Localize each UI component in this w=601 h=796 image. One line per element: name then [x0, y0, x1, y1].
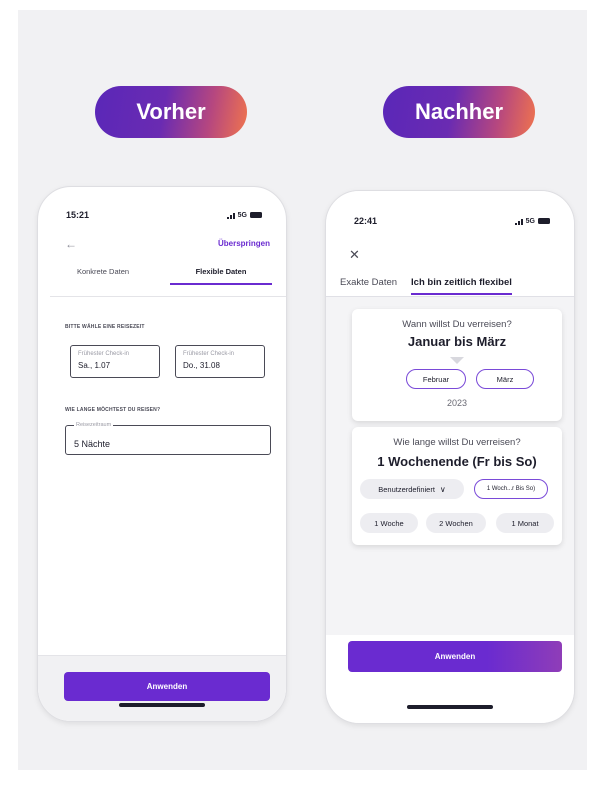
month-chip-maerz[interactable]: März — [476, 369, 534, 389]
before-label: Vorher — [95, 86, 247, 138]
tab-flexible-dates[interactable]: Flexible Daten — [170, 265, 272, 285]
pointer-triangle — [450, 357, 464, 364]
after-phone: 22:41 5G ✕ Exakte Daten Ich bin zeitlich… — [325, 190, 575, 724]
network-label: 5G — [525, 217, 535, 225]
home-indicator — [407, 705, 493, 709]
home-indicator — [119, 703, 205, 707]
section-label-duration: WIE LANGE MÖCHTEST DU REISEN? — [65, 407, 161, 413]
duration-card: Wie lange willst Du verreisen? 1 Wochene… — [352, 427, 562, 545]
status-bar: 15:21 5G — [66, 209, 262, 221]
custom-dropdown-label: Benutzerdefiniert — [378, 484, 435, 494]
checkin-field[interactable]: Frühester Check-in Sa., 1.07 — [70, 345, 160, 378]
duration-value: 5 Nächte — [74, 439, 111, 449]
month-chip-februar[interactable]: Februar — [406, 369, 466, 389]
option-chip-1-monat[interactable]: 1 Monat — [496, 513, 554, 533]
apply-button[interactable]: Anwenden — [64, 672, 270, 701]
checkout-value: Do., 31.08 — [183, 361, 220, 370]
signal-icon — [226, 212, 235, 219]
tab-exact-dates[interactable]: Exakte Daten — [340, 277, 397, 297]
arrow-left-icon[interactable]: ← — [65, 237, 77, 251]
tab-bar: Exakte Daten Ich bin zeitlich flexibel — [340, 277, 560, 297]
duration-answer: 1 Wochenende (Fr bis So) — [377, 454, 537, 469]
close-icon[interactable]: ✕ — [349, 247, 360, 263]
apply-button[interactable]: Anwenden — [348, 641, 562, 672]
skip-button[interactable]: Überspringen — [218, 239, 270, 248]
before-phone: 15:21 5G ← Überspringen Konkrete Daten F… — [37, 186, 287, 722]
tab-concrete-dates[interactable]: Konkrete Daten — [52, 265, 154, 285]
checkin-value: Sa., 1.07 — [78, 361, 111, 370]
when-answer: Januar bis März — [407, 334, 507, 349]
network-label: 5G — [237, 211, 247, 219]
signal-icon — [514, 218, 523, 225]
option-chip-2-wochen[interactable]: 2 Wochen — [426, 513, 486, 533]
tab-flexible[interactable]: Ich bin zeitlich flexibel — [411, 277, 512, 295]
duration-field[interactable]: Reisezeitraum 5 Nächte — [65, 422, 271, 455]
option-chip-1-woche[interactable]: 1 Woche — [360, 513, 418, 533]
battery-icon — [250, 212, 262, 218]
battery-icon — [538, 218, 550, 224]
when-question: Wann willst Du verreisen? — [402, 319, 512, 330]
checkin-placeholder: Frühester Check-in — [78, 351, 130, 357]
checkout-placeholder: Frühester Check-in — [183, 351, 235, 357]
status-bar: 22:41 5G — [354, 215, 550, 227]
duration-question: Wie lange willst Du verreisen? — [393, 437, 521, 448]
status-time: 15:21 — [66, 210, 90, 220]
year-label: 2023 — [446, 398, 468, 408]
status-time: 22:41 — [354, 216, 378, 226]
chevron-down-icon: ∨ — [439, 484, 446, 494]
divider — [50, 296, 286, 297]
when-card: Wann willst Du verreisen? Januar bis Mär… — [352, 309, 562, 421]
custom-dropdown[interactable]: Benutzerdefiniert ∨ — [360, 479, 464, 499]
section-label-travel-time: BITTE WÄHLE EINE REISEZEIT — [65, 324, 145, 330]
checkout-field[interactable]: Frühester Check-in Do., 31.08 — [175, 345, 265, 378]
tab-bar: Konkrete Daten Flexible Daten — [52, 265, 272, 285]
selected-duration-chip[interactable]: 1 Woch...r Bis So) — [474, 479, 548, 499]
after-label: Nachher — [383, 86, 535, 138]
duration-legend: Reisezeitraum — [74, 422, 114, 428]
